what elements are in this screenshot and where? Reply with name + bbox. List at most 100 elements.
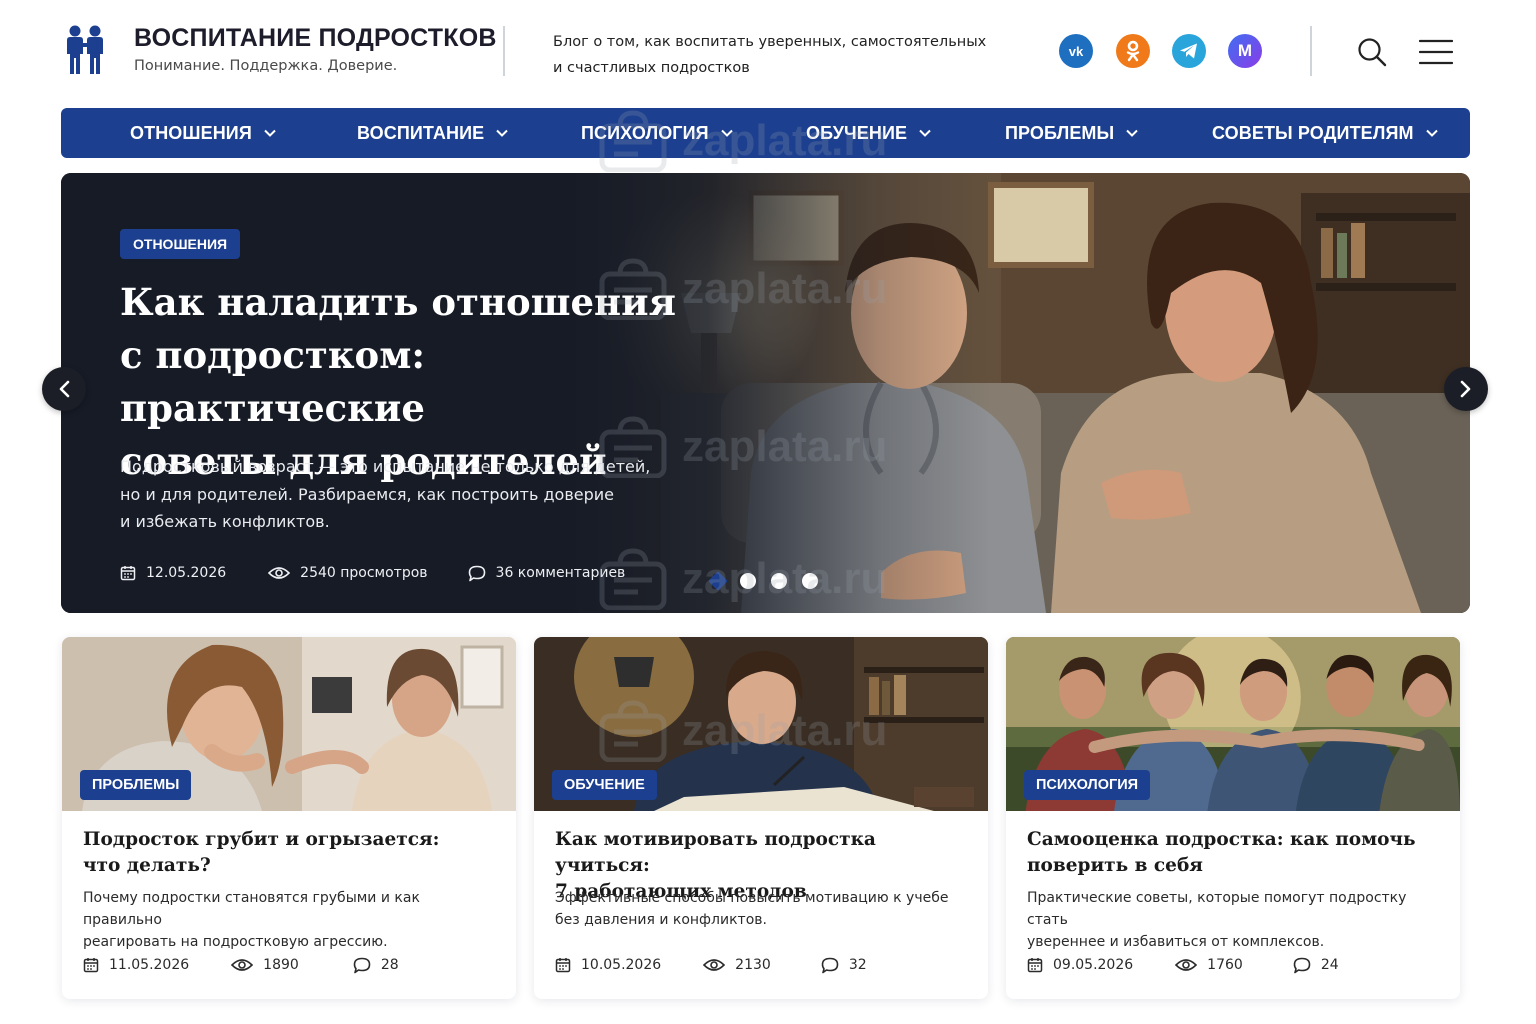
blog-description-line: Блог о том, как воспитать уверенных, сам… [553, 34, 987, 50]
odnoklassniki-icon[interactable] [1116, 34, 1150, 68]
calendar-icon [120, 566, 136, 581]
site-title[interactable]: ВОСПИТАНИЕ ПОДРОСТКОВ [134, 24, 497, 53]
slider-dot-active[interactable] [708, 571, 728, 591]
nav-item-label: ОБУЧЕНИЕ [806, 122, 908, 143]
nav-item-label: ВОСПИТАНИЕ [357, 122, 485, 143]
card-title-line: Как мотивировать подростка учиться: [555, 829, 876, 876]
card-meta: 10.05.2026 2130 32 [555, 955, 867, 975]
chevron-right-icon [1460, 380, 1471, 398]
nav-item-label: ПРОБЛЕМЫ [1005, 122, 1115, 143]
article-card[interactable]: ОБУЧЕНИЕ Как мотивировать подростка учит… [534, 637, 988, 999]
hero-meta: 12.05.2026 2540 просмотров 36 комментари… [120, 561, 625, 585]
nav-item-upbringing[interactable]: ВОСПИТАНИЕ [357, 108, 508, 158]
nav-item-label: СОВЕТЫ РОДИТЕЛЯМ [1212, 122, 1414, 143]
nav-item-relations[interactable]: ОТНОШЕНИЯ [130, 108, 276, 158]
card-views: 1760 [1175, 957, 1243, 973]
card-description-line: увереннее и избавиться от комплексов. [1027, 934, 1325, 950]
card-description-line: без давления и конфликтов. [555, 912, 767, 928]
card-category-badge[interactable]: ОБУЧЕНИЕ [552, 770, 657, 800]
chevron-down-icon [496, 129, 508, 137]
hero-title-line: Как наладить отношения [120, 280, 676, 324]
card-title[interactable]: Подросток грубит и огрызается: что делат… [83, 827, 493, 879]
card-comments-text: 24 [1320, 957, 1339, 973]
vk-icon[interactable]: vk [1059, 34, 1093, 68]
hero-date: 12.05.2026 [120, 565, 226, 581]
slider-dot[interactable] [740, 573, 756, 589]
chevron-down-icon [1425, 129, 1438, 137]
card-comments[interactable]: 28 [353, 957, 399, 974]
menu-icon[interactable] [1416, 32, 1456, 72]
card-views-text: 2130 [735, 957, 771, 973]
calendar-icon [1027, 958, 1043, 973]
card-meta: 11.05.2026 1890 28 [83, 955, 399, 975]
article-card[interactable]: ПСИХОЛОГИЯ Самооценка подростка: как пом… [1006, 637, 1460, 999]
hero-comments-text: 36 комментариев [495, 565, 626, 581]
header-divider [503, 26, 505, 76]
hero-lead-line: Подростковый возраст — это испытание не … [120, 457, 651, 476]
slider-prev-button[interactable] [42, 367, 86, 411]
max-icon[interactable]: M [1228, 34, 1262, 68]
card-description-line: Практические советы, которые помогут под… [1027, 890, 1407, 928]
card-date-text: 10.05.2026 [581, 957, 662, 973]
card-description-line: реагировать на подростковую агрессию. [83, 934, 388, 950]
telegram-icon[interactable] [1172, 34, 1206, 68]
chevron-down-icon [720, 129, 733, 137]
card-meta: 09.05.2026 1760 24 [1027, 955, 1339, 975]
card-date: 10.05.2026 [555, 957, 661, 973]
comment-icon [821, 957, 839, 973]
nav-item-problems[interactable]: ПРОБЛЕМЫ [1005, 108, 1138, 158]
eye-icon [1175, 959, 1198, 971]
card-comments-text: 28 [380, 957, 399, 973]
hero-date-text: 12.05.2026 [146, 565, 227, 581]
chevron-left-icon [59, 380, 70, 398]
eye-icon [703, 959, 726, 971]
calendar-icon [555, 958, 571, 973]
hero-views-text: 2540 просмотров [300, 565, 428, 581]
hero-slider[interactable]: ОТНОШЕНИЯ Как наладить отношения с подро… [61, 173, 1470, 613]
card-date: 09.05.2026 [1027, 957, 1133, 973]
comment-icon [353, 957, 371, 973]
article-card[interactable]: ПРОБЛЕМЫ Подросток грубит и огрызается: … [62, 637, 516, 999]
hero-lead: Подростковый возраст — это испытание не … [120, 453, 680, 536]
card-description-line: Почему подростки становятся грубыми и ка… [83, 890, 420, 928]
blog-description-line: и счастливых подростков [553, 60, 750, 76]
card-title-line: Подросток грубит и огрызается: [83, 829, 440, 850]
hero-lead-line: и избежать конфликтов. [120, 512, 330, 531]
card-comments[interactable]: 32 [821, 957, 867, 974]
card-category-badge[interactable]: ПРОБЛЕМЫ [80, 770, 192, 800]
slider-dot[interactable] [802, 573, 818, 589]
card-title-line: поверить в себя [1027, 855, 1203, 876]
vk-label: vk [1068, 43, 1084, 59]
family-logo-icon[interactable] [64, 24, 108, 76]
eye-icon [268, 567, 291, 579]
card-category-badge[interactable]: ПСИХОЛОГИЯ [1024, 770, 1151, 800]
card-date: 11.05.2026 [83, 957, 189, 973]
card-title[interactable]: Самооценка подростка: как помочь поверит… [1027, 827, 1437, 879]
nav-item-psychology[interactable]: ПСИХОЛОГИЯ [581, 108, 733, 158]
nav-item-parent-tips[interactable]: СОВЕТЫ РОДИТЕЛЯМ [1212, 108, 1438, 158]
slider-next-button[interactable] [1444, 367, 1488, 411]
hero-category-badge[interactable]: ОТНОШЕНИЯ [120, 229, 241, 259]
slider-pagination [708, 571, 818, 591]
card-title-line: что делать? [83, 855, 211, 876]
header-divider [1310, 26, 1312, 76]
card-views: 2130 [703, 957, 771, 973]
main-nav: ОТНОШЕНИЯ ВОСПИТАНИЕ ПСИХОЛОГИЯ ОБУЧЕНИЕ… [61, 108, 1470, 158]
card-description: Почему подростки становятся грубыми и ка… [83, 887, 503, 953]
comment-icon [1293, 957, 1311, 973]
nav-item-education[interactable]: ОБУЧЕНИЕ [806, 108, 931, 158]
comment-icon [468, 565, 485, 581]
site-tagline: Понимание. Поддержка. Доверие. [134, 58, 398, 74]
card-views-text: 1760 [1207, 957, 1243, 973]
hero-lead-line: но и для родителей. Разбираемся, как пос… [120, 484, 615, 504]
hero-comments[interactable]: 36 комментариев [468, 565, 626, 582]
hero-views: 2540 просмотров [268, 565, 428, 581]
card-description: Эффективные способы повысить мотивацию к… [555, 887, 975, 931]
card-comments-text: 32 [848, 957, 867, 973]
card-views: 1890 [231, 957, 299, 973]
card-comments[interactable]: 24 [1293, 957, 1339, 974]
card-title-line: Самооценка подростка: как помочь [1027, 829, 1416, 850]
search-icon[interactable] [1352, 32, 1392, 72]
card-description-line: Эффективные способы повысить мотивацию к… [555, 890, 949, 906]
slider-dot[interactable] [771, 573, 787, 589]
